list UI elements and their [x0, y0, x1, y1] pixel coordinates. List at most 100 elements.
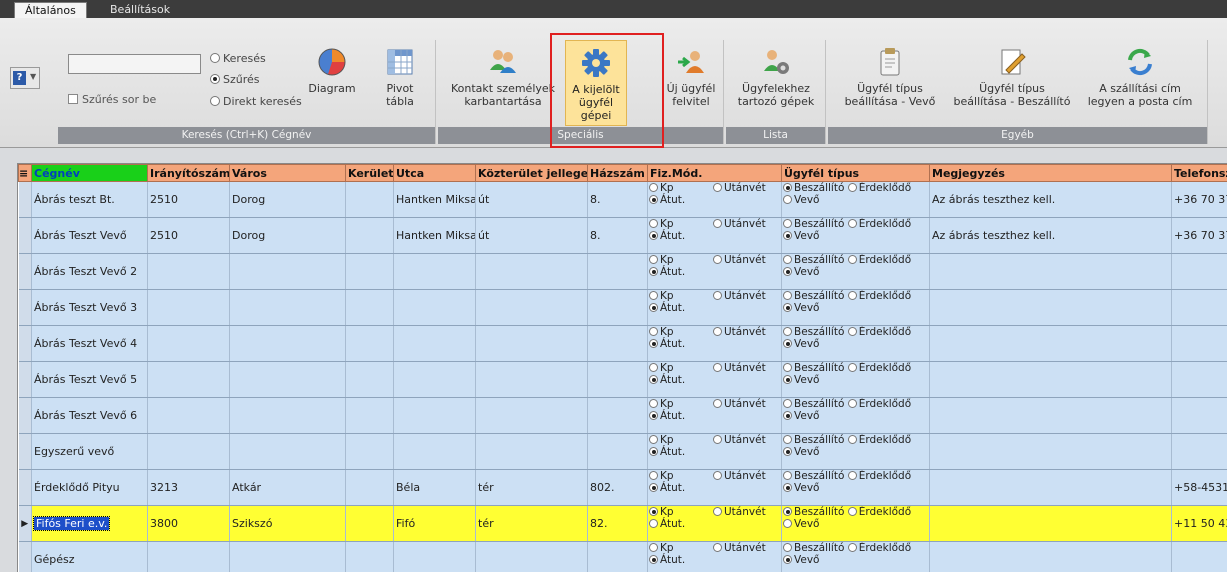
- radio-button[interactable]: [847, 507, 857, 516]
- tab-beallitasok[interactable]: Beállítások: [100, 2, 180, 18]
- house-number-cell[interactable]: [587, 541, 648, 572]
- table-row[interactable]: ▶ Fifós Feri e.v. 3800 Szikszó Fifó tér 82. Kp U…: [18, 505, 1227, 542]
- house-number-cell[interactable]: 8.: [587, 181, 648, 218]
- table-row[interactable]: Ábrás Teszt Vevő 2510 Dorog Hantken Miksa út…: [18, 217, 1227, 254]
- payment-option-atut[interactable]: Átut.: [649, 194, 685, 206]
- payment-option-atut[interactable]: Átut.: [649, 554, 685, 566]
- district-cell[interactable]: [345, 397, 394, 434]
- table-row[interactable]: Egyszerű vevő Kp Utánvét Átut. Beszállító Ér…: [18, 433, 1227, 470]
- city-cell[interactable]: [229, 541, 346, 572]
- type-option-beszallito[interactable]: Beszállító: [783, 290, 844, 302]
- column-header-hazszam[interactable]: Házszám: [587, 164, 648, 182]
- house-number-cell[interactable]: [587, 361, 648, 398]
- phone-cell[interactable]: [1171, 397, 1227, 434]
- company-name-cell[interactable]: Ábrás teszt Bt.: [31, 181, 148, 218]
- row-selector[interactable]: ▶: [18, 505, 32, 542]
- house-number-cell[interactable]: [587, 253, 648, 290]
- type-option-vevo[interactable]: Vevő: [783, 518, 819, 530]
- district-cell[interactable]: [345, 469, 394, 506]
- payment-option-utanvet[interactable]: Utánvét: [713, 542, 766, 554]
- radio-button[interactable]: [649, 291, 658, 300]
- type-option-erdeklodo[interactable]: Érdeklődő: [847, 290, 911, 302]
- radio-button[interactable]: [783, 195, 792, 204]
- note-cell[interactable]: [929, 397, 1172, 434]
- payment-option-kp[interactable]: Kp: [649, 506, 713, 518]
- note-cell[interactable]: [929, 253, 1172, 290]
- radio-button[interactable]: [649, 195, 658, 204]
- table-row[interactable]: Ábrás Teszt Vevő 2 Kp Utánvét Átut. Beszállí…: [18, 253, 1227, 290]
- new-client-button[interactable]: Új ügyfél felvitel: [662, 46, 720, 108]
- note-cell[interactable]: [929, 541, 1172, 572]
- zip-cell[interactable]: [147, 397, 230, 434]
- radio-button[interactable]: [783, 555, 792, 564]
- company-name-cell[interactable]: Ábrás Teszt Vevő 6: [31, 397, 148, 434]
- payment-option-atut[interactable]: Átut.: [649, 302, 685, 314]
- row-selector[interactable]: [18, 325, 32, 362]
- street-cell[interactable]: [393, 253, 476, 290]
- payment-option-atut[interactable]: Átut.: [649, 266, 685, 278]
- payment-option-utanvet[interactable]: Utánvét: [713, 506, 766, 518]
- company-name-cell[interactable]: Érdeklődő Pityu: [31, 469, 148, 506]
- column-header-kerulet[interactable]: Kerület: [345, 164, 394, 182]
- district-cell[interactable]: [345, 433, 394, 470]
- zip-cell[interactable]: [147, 253, 230, 290]
- note-cell[interactable]: Az ábrás teszthez kell.: [929, 217, 1172, 254]
- payment-option-utanvet[interactable]: Utánvét: [713, 326, 766, 338]
- district-cell[interactable]: [345, 217, 394, 254]
- zip-cell[interactable]: [147, 361, 230, 398]
- city-cell[interactable]: [229, 361, 346, 398]
- payment-option-kp[interactable]: Kp: [649, 326, 713, 338]
- zip-cell[interactable]: [147, 289, 230, 326]
- street-cell[interactable]: Hantken Miksa: [393, 181, 476, 218]
- table-row[interactable]: Ábrás Teszt Vevő 6 Kp Utánvét Átut. Beszállí…: [18, 397, 1227, 434]
- type-option-vevo[interactable]: Vevő: [783, 302, 819, 314]
- radio-button[interactable]: [649, 555, 658, 564]
- note-cell[interactable]: [929, 325, 1172, 362]
- type-option-vevo[interactable]: Vevő: [783, 338, 819, 350]
- phone-cell[interactable]: +11 50 43: [1171, 505, 1227, 542]
- street-type-cell[interactable]: út: [475, 217, 588, 254]
- row-selector[interactable]: [18, 433, 32, 470]
- street-type-cell[interactable]: tér: [475, 505, 588, 542]
- radio-button[interactable]: [847, 219, 857, 228]
- pivot-table-button[interactable]: Pivot tábla: [376, 46, 424, 108]
- radio-button[interactable]: [649, 507, 658, 516]
- type-option-beszallito[interactable]: Beszállító: [783, 542, 844, 554]
- street-type-cell[interactable]: út: [475, 181, 588, 218]
- radio-button[interactable]: [713, 363, 722, 372]
- payment-option-utanvet[interactable]: Utánvét: [713, 218, 766, 230]
- zip-cell[interactable]: 3800: [147, 505, 230, 542]
- phone-cell[interactable]: [1171, 289, 1227, 326]
- type-option-erdeklodo[interactable]: Érdeklődő: [847, 470, 911, 482]
- radio-button[interactable]: [713, 255, 722, 264]
- zip-cell[interactable]: 2510: [147, 217, 230, 254]
- row-selector[interactable]: [18, 361, 32, 398]
- type-option-vevo[interactable]: Vevő: [783, 446, 819, 458]
- street-type-cell[interactable]: [475, 541, 588, 572]
- street-cell[interactable]: [393, 289, 476, 326]
- city-cell[interactable]: [229, 253, 346, 290]
- radio-button[interactable]: [713, 543, 722, 552]
- payment-option-utanvet[interactable]: Utánvét: [713, 362, 766, 374]
- house-number-cell[interactable]: [587, 397, 648, 434]
- type-option-beszallito[interactable]: Beszállító: [783, 182, 844, 194]
- company-name-cell[interactable]: Ábrás Teszt Vevő 2: [31, 253, 148, 290]
- note-cell[interactable]: [929, 469, 1172, 506]
- column-header-ugyfel-tipus[interactable]: Ügyfél típus: [781, 164, 930, 182]
- row-selector[interactable]: [18, 541, 32, 572]
- radio-button[interactable]: [783, 411, 792, 420]
- company-name-cell[interactable]: Ábrás Teszt Vevő 5: [31, 361, 148, 398]
- street-type-cell[interactable]: [475, 397, 588, 434]
- radio-button[interactable]: [649, 471, 658, 480]
- type-option-beszallito[interactable]: Beszállító: [783, 218, 844, 230]
- payment-option-utanvet[interactable]: Utánvét: [713, 434, 766, 446]
- radio-button[interactable]: [783, 231, 792, 240]
- street-cell[interactable]: [393, 541, 476, 572]
- row-selector-header[interactable]: ≡: [18, 164, 32, 182]
- radio-button[interactable]: [783, 327, 792, 336]
- district-cell[interactable]: [345, 361, 394, 398]
- phone-cell[interactable]: +36 70 37: [1171, 217, 1227, 254]
- type-option-erdeklodo[interactable]: Érdeklődő: [847, 434, 911, 446]
- payment-option-atut[interactable]: Átut.: [649, 230, 685, 242]
- type-option-beszallito[interactable]: Beszállító: [783, 326, 844, 338]
